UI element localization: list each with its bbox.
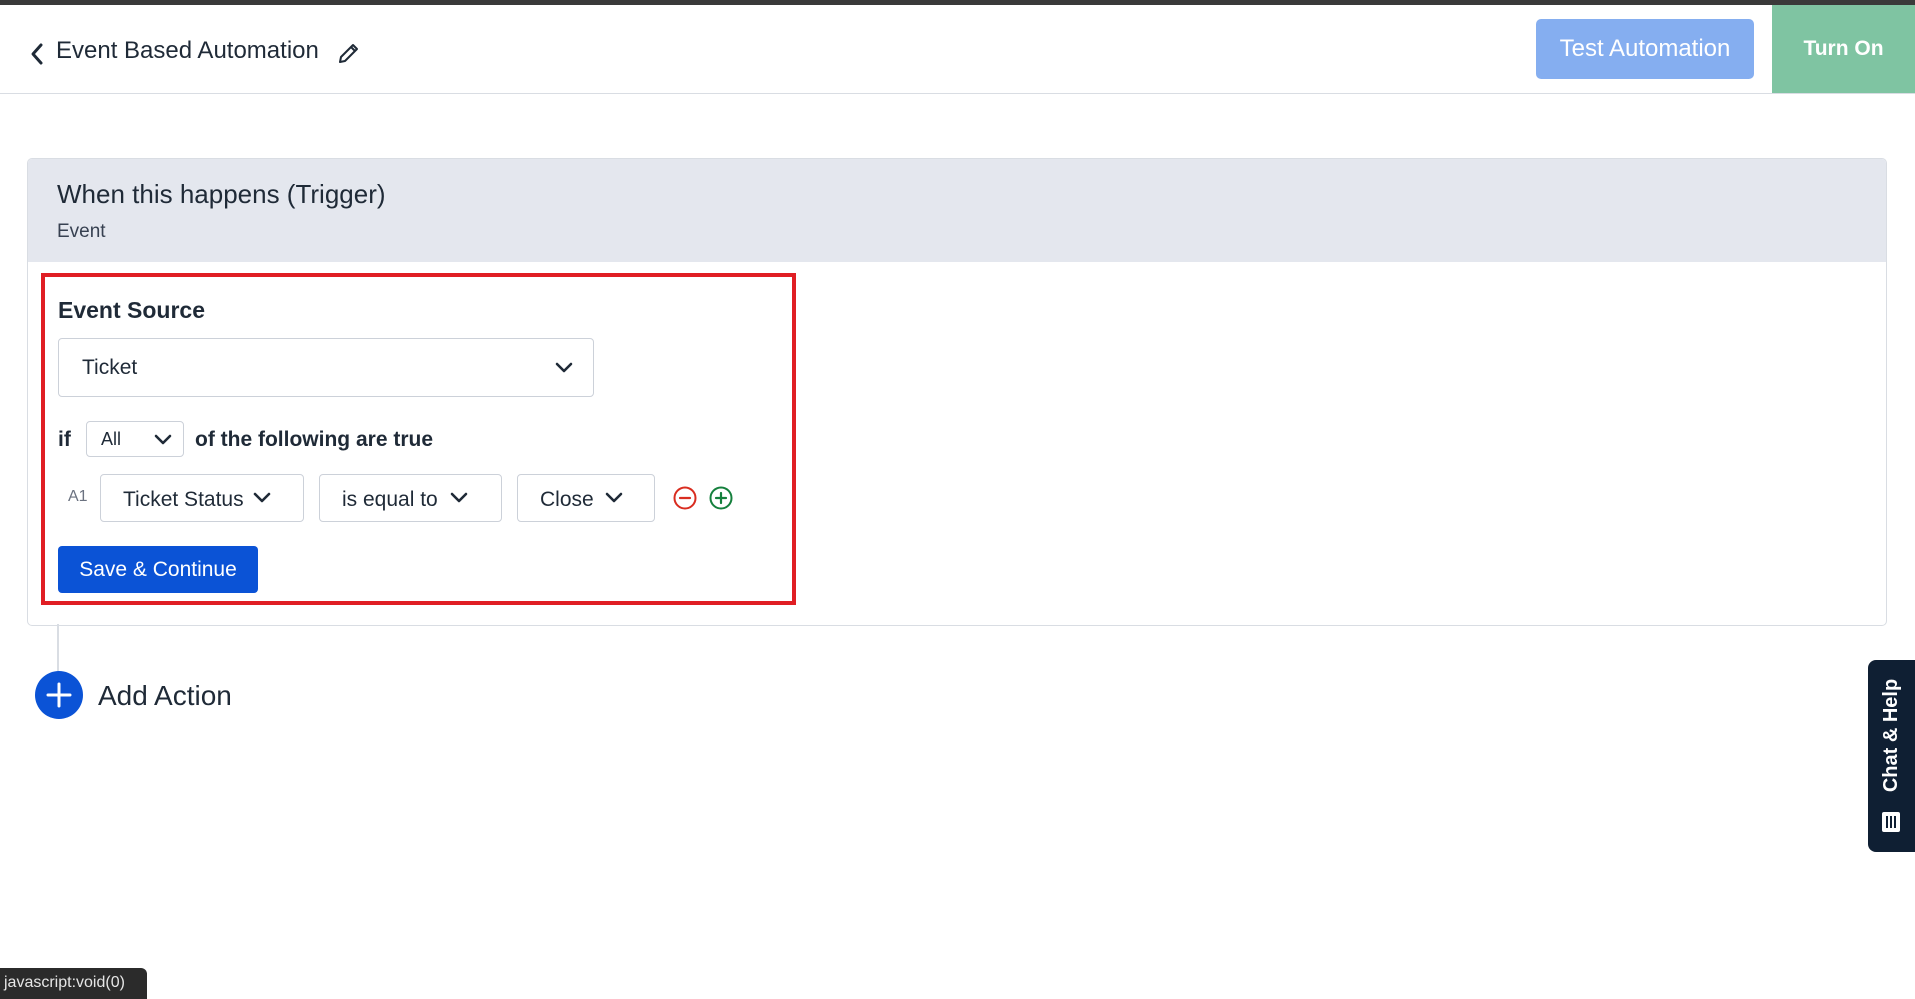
trigger-header: When this happens (Trigger) Event: [28, 159, 1886, 262]
pencil-icon[interactable]: [336, 40, 362, 66]
save-continue-button[interactable]: Save & Continue: [58, 546, 258, 593]
trigger-subtitle: Event: [57, 221, 106, 242]
chevron-down-icon: [450, 492, 468, 503]
test-automation-button[interactable]: Test Automation: [1536, 19, 1754, 79]
condition-id: A1: [68, 488, 88, 505]
following-label: of the following are true: [195, 428, 434, 451]
flow-connector: [57, 624, 59, 672]
chat-help-label: Chat & Help: [1880, 678, 1902, 792]
condition-value: Close: [540, 488, 594, 511]
chevron-down-icon: [154, 434, 172, 445]
book-icon: [1882, 812, 1900, 832]
turn-on-button[interactable]: Turn On: [1772, 5, 1915, 93]
event-source-label: Event Source: [58, 297, 205, 323]
condition-field-value: Ticket Status: [123, 488, 244, 511]
condition-operator-select[interactable]: is equal to: [319, 474, 502, 522]
if-label: if: [58, 428, 71, 451]
add-action-label[interactable]: Add Action: [98, 680, 232, 712]
chevron-down-icon: [253, 492, 271, 503]
trigger-title: When this happens (Trigger): [57, 179, 386, 209]
page-title: Event Based Automation: [56, 37, 319, 64]
event-source-value: Ticket: [82, 356, 138, 379]
match-select[interactable]: All: [86, 421, 184, 457]
plus-icon: [46, 682, 72, 708]
condition-value-select[interactable]: Close: [517, 474, 655, 522]
add-condition-icon[interactable]: [708, 485, 734, 511]
chevron-left-icon[interactable]: [26, 40, 48, 68]
chat-help-widget[interactable]: Chat & Help: [1868, 660, 1915, 852]
condition-operator-value: is equal to: [342, 488, 438, 511]
chevron-down-icon: [605, 492, 623, 503]
chat-help-text-wrap: Chat & Help: [1868, 660, 1915, 810]
chevron-down-icon: [555, 362, 573, 373]
status-bar: javascript:void(0): [0, 968, 147, 999]
remove-condition-icon[interactable]: [672, 485, 698, 511]
add-action-button[interactable]: [35, 671, 83, 719]
event-source-select[interactable]: Ticket: [58, 338, 594, 397]
match-value: All: [101, 429, 122, 449]
condition-field-select[interactable]: Ticket Status: [100, 474, 304, 522]
